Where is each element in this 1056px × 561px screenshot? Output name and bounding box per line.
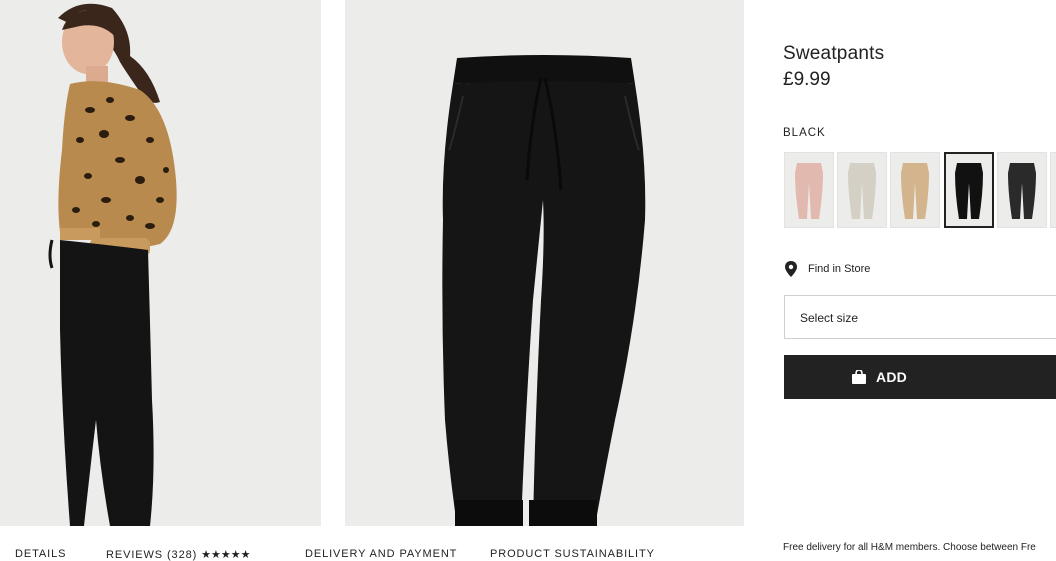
- pants-photo: [345, 0, 744, 526]
- product-title: Sweatpants: [783, 43, 885, 64]
- model-photo: [0, 0, 321, 526]
- size-select-label: Select size: [800, 311, 859, 325]
- find-in-store-label: Find in Store: [808, 263, 871, 275]
- swatch-light-beige[interactable]: [837, 152, 887, 228]
- add-to-bag-button[interactable]: ADD: [784, 355, 1056, 399]
- product-image-model[interactable]: [0, 0, 321, 526]
- tab-reviews[interactable]: REVIEWS (328) ★★★★★: [106, 548, 250, 561]
- swatch-dark-grey[interactable]: [997, 152, 1047, 228]
- tab-reviews-label: REVIEWS (328): [106, 549, 198, 561]
- product-price: £9.99: [783, 69, 831, 90]
- selected-color-label: BLACK: [783, 127, 826, 139]
- color-swatches: [784, 152, 1056, 230]
- shopping-bag-icon: [852, 370, 867, 384]
- size-select[interactable]: Select size: [784, 295, 1056, 339]
- swatch-more[interactable]: [1050, 152, 1056, 228]
- swatch-light-pink[interactable]: [784, 152, 834, 228]
- add-button-label: ADD: [876, 369, 907, 385]
- product-tabs-bar: DETAILS REVIEWS (328) ★★★★★ DELIVERY AND…: [0, 526, 1056, 561]
- map-pin-icon: [785, 261, 797, 277]
- swatch-beige[interactable]: [890, 152, 940, 228]
- swatch-thumbnail: [795, 163, 823, 219]
- product-image-pants[interactable]: [345, 0, 744, 526]
- swatch-thumbnail: [848, 163, 876, 219]
- tab-details[interactable]: DETAILS: [15, 548, 66, 560]
- rating-stars: ★★★★★: [201, 549, 251, 561]
- swatch-thumbnail: [955, 163, 983, 219]
- swatch-thumbnail: [1008, 163, 1036, 219]
- tab-product-sustainability[interactable]: PRODUCT SUSTAINABILITY: [490, 548, 655, 560]
- swatch-thumbnail: [901, 163, 929, 219]
- delivery-note: Free delivery for all H&M members. Choos…: [783, 542, 1036, 553]
- swatch-black-selected[interactable]: [944, 152, 994, 228]
- find-in-store-link[interactable]: Find in Store: [784, 260, 870, 278]
- tab-delivery-payment[interactable]: DELIVERY AND PAYMENT: [305, 548, 457, 560]
